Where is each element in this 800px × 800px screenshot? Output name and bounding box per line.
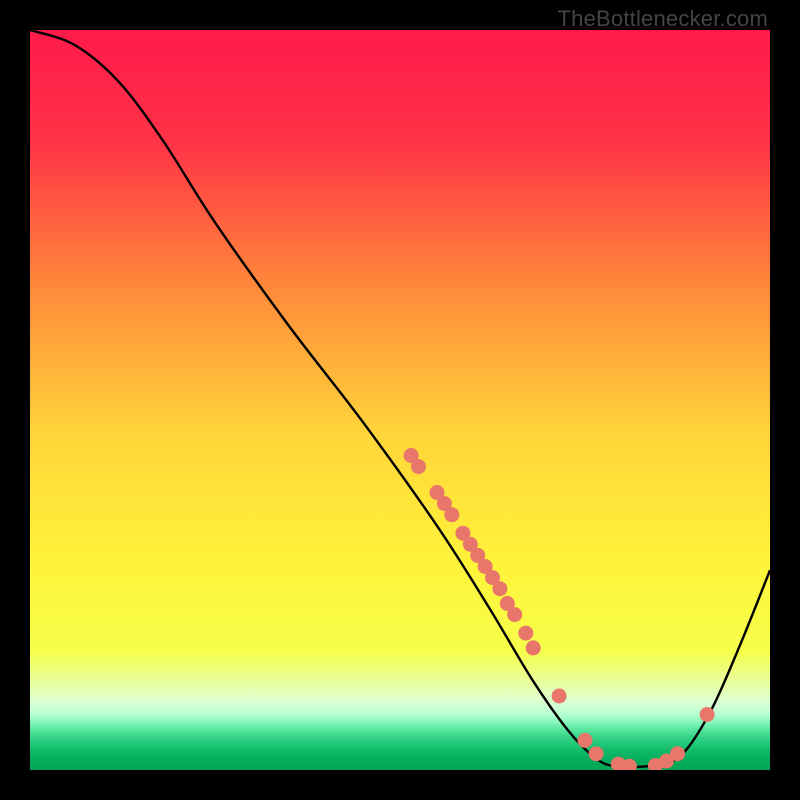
curve-marker <box>444 507 459 522</box>
bottleneck-chart <box>30 30 770 770</box>
curve-marker <box>411 459 426 474</box>
curve-marker <box>526 640 541 655</box>
watermark-text: TheBottlenecker.com <box>558 6 768 32</box>
curve-marker <box>700 707 715 722</box>
curve-marker <box>578 733 593 748</box>
curve-marker <box>492 581 507 596</box>
curve-marker <box>507 607 522 622</box>
plot-background <box>30 30 770 770</box>
curve-marker <box>552 689 567 704</box>
curve-marker <box>589 746 604 761</box>
chart-frame <box>30 30 770 770</box>
curve-marker <box>670 746 685 761</box>
curve-marker <box>518 626 533 641</box>
